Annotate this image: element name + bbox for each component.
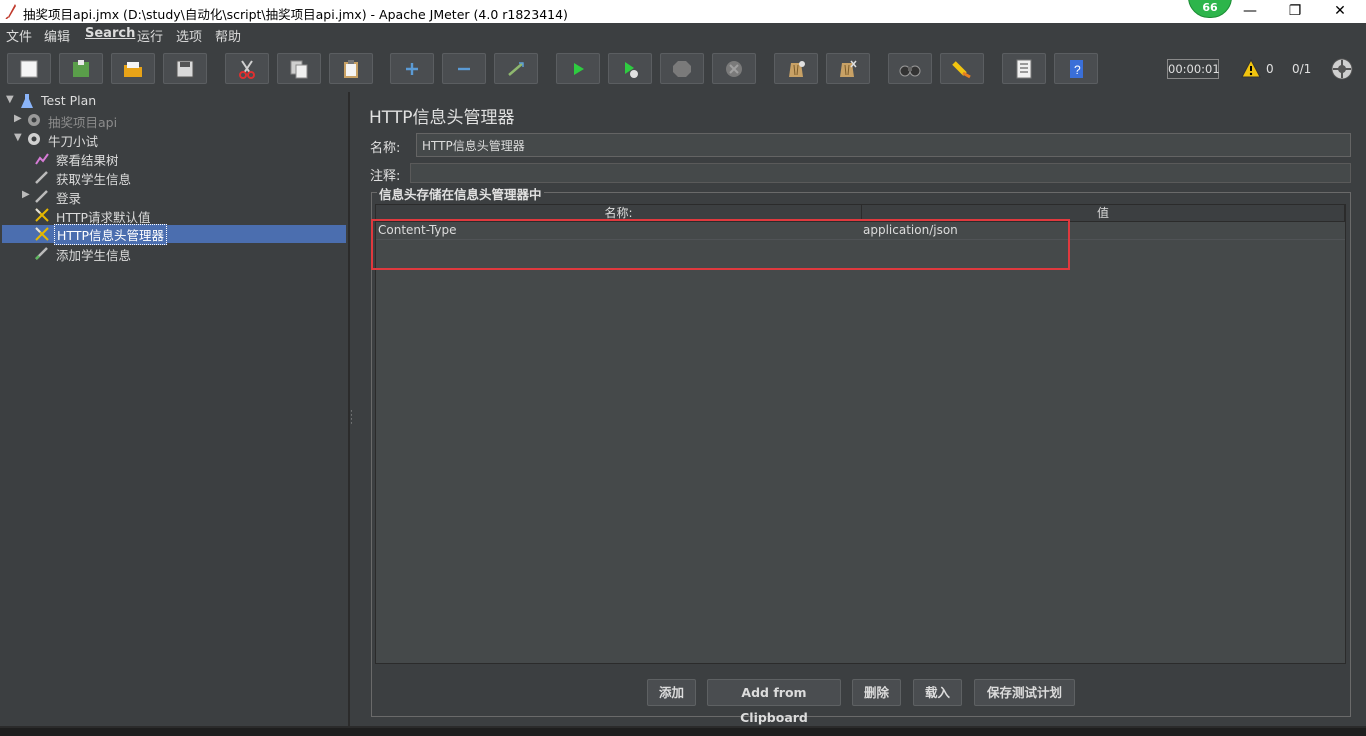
scissors-icon <box>239 60 255 79</box>
save-test-plan-button[interactable]: 保存测试计划 <box>974 679 1075 706</box>
shutdown-icon <box>726 61 742 77</box>
window-titlebar: 抽奖项目api.jmx (D:\study\自动化\script\抽奖项目api… <box>0 0 1366 23</box>
stop-button[interactable] <box>660 53 704 84</box>
open-folder-icon <box>124 62 142 77</box>
column-header-value[interactable]: 值 <box>862 205 1345 222</box>
elapsed-timer: 00:00:01 <box>1167 59 1220 79</box>
header-name-cell[interactable]: Content-Type <box>378 223 457 237</box>
splitter-grip-icon[interactable]: · · · · <box>350 408 354 429</box>
new-file-icon <box>20 60 38 78</box>
clipboard-icon <box>344 60 358 78</box>
minimize-button[interactable]: — <box>1228 0 1272 23</box>
menu-file[interactable]: 文件 <box>6 26 32 45</box>
function-helper-button[interactable] <box>1002 53 1046 84</box>
clear-broom-icon <box>789 61 805 77</box>
paste-button[interactable] <box>329 53 373 84</box>
open-button[interactable] <box>111 53 155 84</box>
menu-help[interactable]: 帮助 <box>215 26 241 45</box>
expand-arrow-icon[interactable]: ▶ <box>14 113 24 124</box>
sampler-pipette-icon <box>35 171 48 184</box>
templates-button[interactable] <box>59 53 103 84</box>
warning-count: 0 <box>1266 62 1274 76</box>
collapse-button[interactable] <box>442 53 486 84</box>
help-button[interactable]: ? <box>1054 53 1098 84</box>
new-button[interactable] <box>7 53 51 84</box>
collapse-arrow-icon[interactable]: ▼ <box>6 94 16 105</box>
stop-icon <box>673 61 691 77</box>
name-label: 名称: <box>370 141 401 156</box>
config-tools-icon <box>35 208 49 222</box>
start-no-pause-button[interactable] <box>608 53 652 84</box>
test-plan-tree <box>0 92 349 726</box>
thread-group-gear-icon <box>28 114 40 126</box>
binoculars-icon <box>899 65 921 77</box>
name-field[interactable]: HTTP信息头管理器 <box>416 133 1351 157</box>
play-icon <box>574 63 584 75</box>
comment-label: 注释: <box>370 169 401 184</box>
menu-options[interactable]: 选项 <box>176 26 202 45</box>
load-button[interactable]: 载入 <box>913 679 962 706</box>
menu-run[interactable]: 运行 <box>137 26 163 45</box>
notification-badge[interactable]: 66 <box>1188 0 1232 18</box>
sampler-pipette-icon <box>35 247 48 260</box>
svg-text:?: ? <box>1074 63 1081 77</box>
copy-button[interactable] <box>277 53 321 84</box>
clear-all-button[interactable] <box>826 53 870 84</box>
expand-button[interactable] <box>390 53 434 84</box>
help-book-icon: ? <box>1070 60 1083 78</box>
collapse-arrow-icon[interactable]: ▼ <box>14 132 24 143</box>
menu-search[interactable]: Search <box>85 26 135 41</box>
save-disk-icon <box>176 60 194 78</box>
close-button[interactable]: ✕ <box>1318 0 1362 23</box>
toggle-wand-icon <box>508 62 524 76</box>
comment-field[interactable] <box>410 163 1351 183</box>
toolbar: ? <box>0 45 1366 92</box>
menu-edit[interactable]: 编辑 <box>44 26 70 45</box>
cut-button[interactable] <box>225 53 269 84</box>
page-title: HTTP信息头管理器 <box>369 108 515 128</box>
play-no-timers-icon <box>625 62 638 78</box>
start-button[interactable] <box>556 53 600 84</box>
headers-table: 名称: 值 Content-Type application/json <box>375 204 1346 664</box>
shutdown-button[interactable] <box>712 53 756 84</box>
results-chart-icon <box>35 153 49 165</box>
thread-group-gear-icon <box>28 133 40 145</box>
table-row[interactable]: Content-Type application/json <box>376 222 1345 240</box>
delete-button[interactable]: 删除 <box>852 679 901 706</box>
remote-engine-icon[interactable] <box>1330 57 1354 81</box>
config-tools-icon <box>35 227 49 241</box>
reset-search-icon <box>952 61 971 79</box>
sampler-pipette-icon <box>35 190 48 203</box>
os-taskbar <box>0 728 1366 736</box>
minus-icon <box>458 67 470 71</box>
jmeter-feather-icon <box>5 4 16 19</box>
function-list-icon <box>1016 59 1032 79</box>
window-title: 抽奖项目api.jmx (D:\study\自动化\script\抽奖项目api… <box>23 7 568 22</box>
templates-icon <box>73 60 89 77</box>
headers-group-title: 信息头存储在信息头管理器中 <box>377 184 544 203</box>
copy-icon <box>290 60 308 79</box>
add-button[interactable]: 添加 <box>647 679 696 706</box>
reset-search-button[interactable] <box>940 53 984 84</box>
active-threads: 0/1 <box>1292 62 1312 76</box>
expand-arrow-icon[interactable]: ▶ <box>22 189 32 200</box>
menu-bar: 文件 编辑 Search 运行 选项 帮助 <box>0 23 1366 45</box>
header-value-cell[interactable]: application/json <box>863 223 958 237</box>
test-plan-flask-icon <box>21 94 33 108</box>
column-header-name[interactable]: 名称: <box>376 205 862 222</box>
restore-button[interactable]: ❐ <box>1273 0 1317 23</box>
clear-button[interactable] <box>774 53 818 84</box>
warning-icon[interactable] <box>1241 59 1261 78</box>
save-button[interactable] <box>163 53 207 84</box>
clear-all-broom-icon <box>840 60 857 77</box>
add-from-clipboard-button[interactable]: Add from Clipboard <box>707 679 841 725</box>
search-button[interactable] <box>888 53 932 84</box>
plus-icon <box>406 63 418 75</box>
toggle-button[interactable] <box>494 53 538 84</box>
